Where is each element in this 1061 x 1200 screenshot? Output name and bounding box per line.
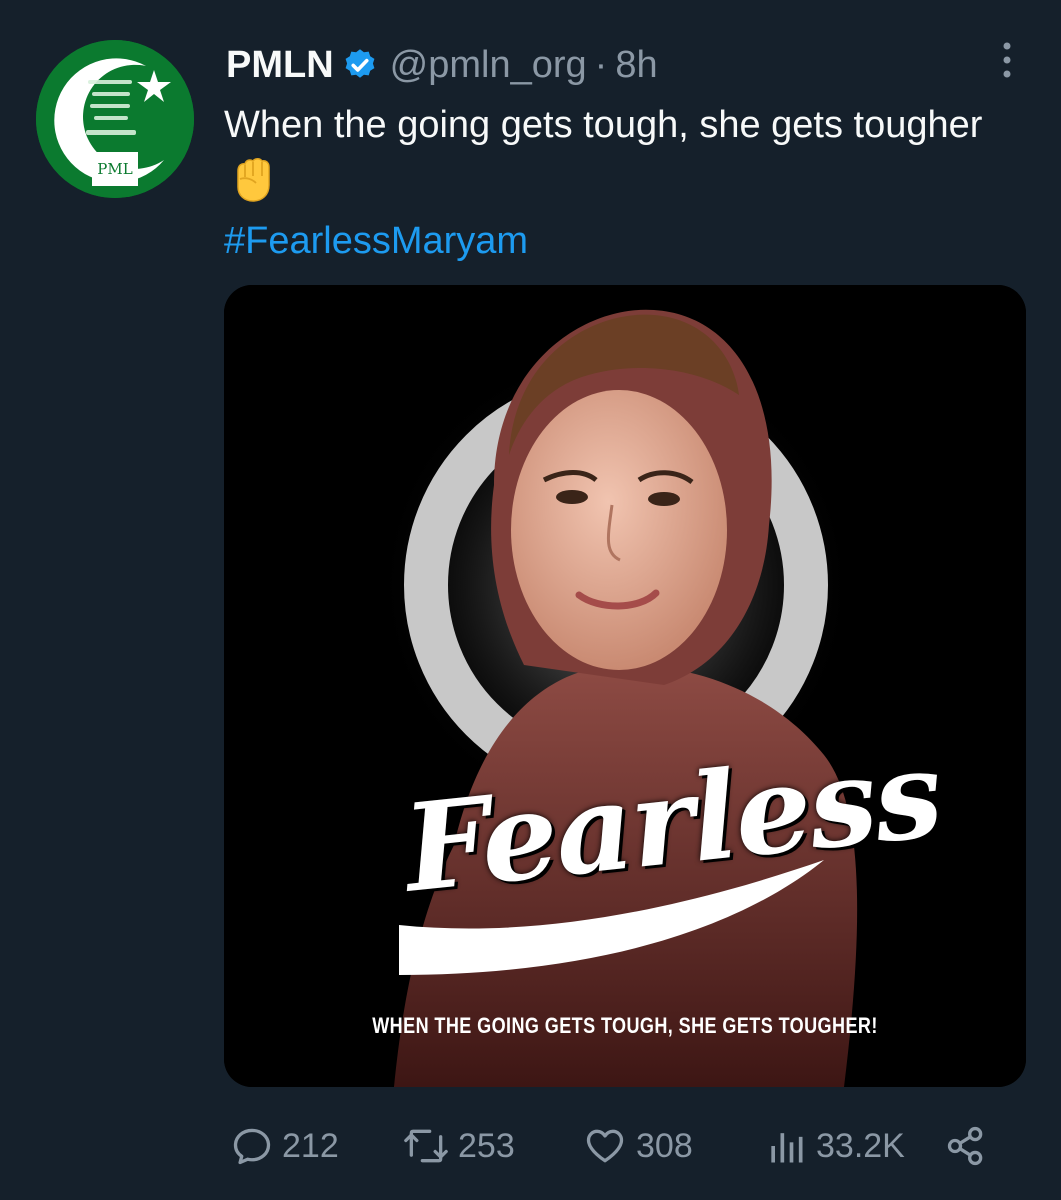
- avatar-logo-text: PML: [97, 160, 132, 178]
- retweet-count: 253: [458, 1126, 515, 1165]
- author-handle[interactable]: @pmln_org: [390, 40, 587, 90]
- tweet-card[interactable]: PML PMLN @pmln_org · 8h When the going g…: [0, 0, 1061, 1200]
- avatar[interactable]: PML: [36, 40, 194, 198]
- tweet-text-body: When the going gets tough, she gets toug…: [224, 104, 983, 146]
- more-options-icon[interactable]: [995, 40, 1019, 80]
- like-button[interactable]: 308: [582, 1118, 693, 1174]
- separator-dot: ·: [594, 44, 608, 86]
- views-button[interactable]: 33.2K: [764, 1118, 905, 1174]
- pml-logo-icon: PML: [36, 40, 194, 198]
- reply-icon: [233, 1128, 271, 1165]
- views-count: 33.2K: [816, 1126, 905, 1165]
- tweet-text: When the going gets tough, she gets toug…: [224, 96, 1004, 212]
- poster-caption: WHEN THE GOING GETS TOUGH, SHE GETS TOUG…: [372, 1013, 878, 1038]
- retweet-button[interactable]: 253: [402, 1118, 515, 1174]
- verified-badge-icon: [345, 49, 375, 78]
- raised-fist-icon: [237, 158, 270, 202]
- author-name[interactable]: PMLN: [226, 40, 334, 90]
- tweet-header: PMLN @pmln_org · 8h: [226, 40, 658, 90]
- like-count: 308: [636, 1126, 693, 1165]
- hashtag-link[interactable]: #FearlessMaryam: [224, 212, 528, 270]
- like-icon: [586, 1129, 624, 1163]
- poster-artwork: [224, 285, 1026, 1087]
- reply-count: 212: [282, 1126, 339, 1165]
- tweet-actions: 212 253 308 33.2K: [226, 1118, 1006, 1174]
- reply-button[interactable]: 212: [230, 1118, 339, 1174]
- share-icon[interactable]: [944, 1124, 988, 1168]
- tweet-timestamp[interactable]: 8h: [615, 40, 657, 90]
- tweet-image[interactable]: Fearless WHEN THE GOING GETS TOUGH, SHE …: [224, 285, 1026, 1087]
- views-icon: [771, 1133, 803, 1163]
- retweet-icon: [404, 1129, 448, 1163]
